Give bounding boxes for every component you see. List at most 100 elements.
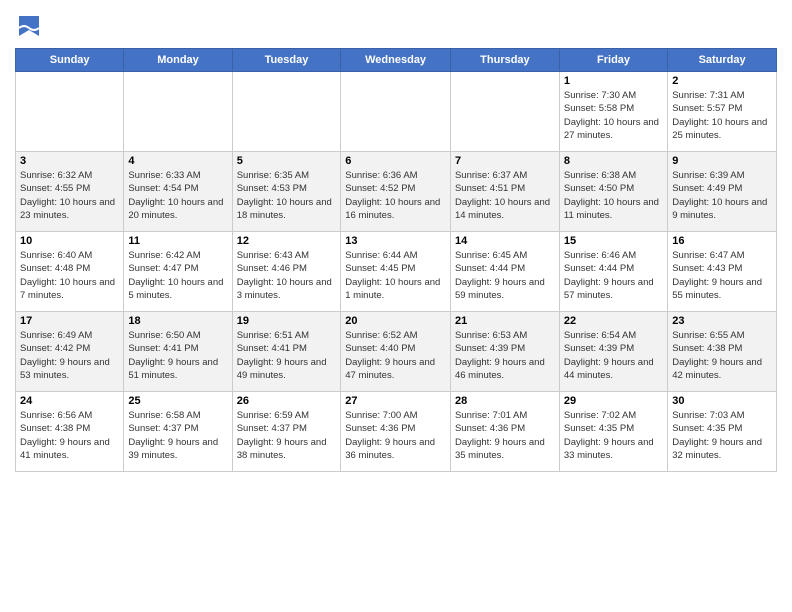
calendar-cell: 28 Sunrise: 7:01 AM Sunset: 4:36 PM Dayli… <box>450 392 559 472</box>
day-number: 3 <box>20 155 119 167</box>
day-info: Sunrise: 6:43 AM Sunset: 4:46 PM Dayligh… <box>237 249 337 302</box>
calendar-header-saturday: Saturday <box>668 49 777 72</box>
day-info: Sunrise: 6:49 AM Sunset: 4:42 PM Dayligh… <box>20 329 119 382</box>
calendar-cell <box>16 72 124 152</box>
logo-icon <box>15 14 43 42</box>
day-number: 9 <box>672 155 772 167</box>
calendar-week-1: 1 Sunrise: 7:30 AM Sunset: 5:58 PM Daylig… <box>16 72 777 152</box>
calendar-week-5: 24 Sunrise: 6:56 AM Sunset: 4:38 PM Dayli… <box>16 392 777 472</box>
day-number: 11 <box>128 235 227 247</box>
calendar-week-3: 10 Sunrise: 6:40 AM Sunset: 4:48 PM Dayli… <box>16 232 777 312</box>
day-number: 20 <box>345 315 446 327</box>
day-info: Sunrise: 6:50 AM Sunset: 4:41 PM Dayligh… <box>128 329 227 382</box>
day-number: 12 <box>237 235 337 247</box>
calendar-week-2: 3Sunrise: 6:32 AM Sunset: 4:55 PM Daylig… <box>16 152 777 232</box>
day-info: Sunrise: 6:53 AM Sunset: 4:39 PM Dayligh… <box>455 329 555 382</box>
day-number: 8 <box>564 155 663 167</box>
day-info: Sunrise: 6:46 AM Sunset: 4:44 PM Dayligh… <box>564 249 663 302</box>
day-number: 1 <box>564 75 663 87</box>
page: SundayMondayTuesdayWednesdayThursdayFrid… <box>0 0 792 612</box>
calendar-cell: 12 Sunrise: 6:43 AM Sunset: 4:46 PM Dayli… <box>232 232 341 312</box>
day-number: 13 <box>345 235 446 247</box>
day-info: Sunrise: 7:03 AM Sunset: 4:35 PM Dayligh… <box>672 409 772 462</box>
day-info: Sunrise: 7:00 AM Sunset: 4:36 PM Dayligh… <box>345 409 446 462</box>
day-info: Sunrise: 7:30 AM Sunset: 5:58 PM Dayligh… <box>564 89 663 142</box>
calendar-cell: 18 Sunrise: 6:50 AM Sunset: 4:41 PM Dayli… <box>124 312 232 392</box>
calendar-cell: 26 Sunrise: 6:59 AM Sunset: 4:37 PM Dayli… <box>232 392 341 472</box>
day-number: 5 <box>237 155 337 167</box>
calendar-cell: 2 Sunrise: 7:31 AM Sunset: 5:57 PM Daylig… <box>668 72 777 152</box>
day-number: 21 <box>455 315 555 327</box>
day-info: Sunrise: 6:44 AM Sunset: 4:45 PM Dayligh… <box>345 249 446 302</box>
day-number: 17 <box>20 315 119 327</box>
calendar-cell: 4 Sunrise: 6:33 AM Sunset: 4:54 PM Daylig… <box>124 152 232 232</box>
calendar-cell: 11 Sunrise: 6:42 AM Sunset: 4:47 PM Dayli… <box>124 232 232 312</box>
day-number: 6 <box>345 155 446 167</box>
day-info: Sunrise: 6:40 AM Sunset: 4:48 PM Dayligh… <box>20 249 119 302</box>
day-info: Sunrise: 6:42 AM Sunset: 4:47 PM Dayligh… <box>128 249 227 302</box>
day-info: Sunrise: 7:01 AM Sunset: 4:36 PM Dayligh… <box>455 409 555 462</box>
day-number: 19 <box>237 315 337 327</box>
calendar-week-4: 17 Sunrise: 6:49 AM Sunset: 4:42 PM Dayli… <box>16 312 777 392</box>
day-number: 7 <box>455 155 555 167</box>
day-info: Sunrise: 6:37 AM Sunset: 4:51 PM Dayligh… <box>455 169 555 222</box>
calendar-cell: 30 Sunrise: 7:03 AM Sunset: 4:35 PM Dayli… <box>668 392 777 472</box>
day-info: Sunrise: 7:31 AM Sunset: 5:57 PM Dayligh… <box>672 89 772 142</box>
day-info: Sunrise: 6:52 AM Sunset: 4:40 PM Dayligh… <box>345 329 446 382</box>
calendar-cell: 14 Sunrise: 6:45 AM Sunset: 4:44 PM Dayli… <box>450 232 559 312</box>
day-info: Sunrise: 6:59 AM Sunset: 4:37 PM Dayligh… <box>237 409 337 462</box>
day-info: Sunrise: 6:33 AM Sunset: 4:54 PM Dayligh… <box>128 169 227 222</box>
calendar-cell: 9 Sunrise: 6:39 AM Sunset: 4:49 PM Daylig… <box>668 152 777 232</box>
day-number: 26 <box>237 395 337 407</box>
day-number: 28 <box>455 395 555 407</box>
calendar-header-tuesday: Tuesday <box>232 49 341 72</box>
calendar-cell: 24 Sunrise: 6:56 AM Sunset: 4:38 PM Dayli… <box>16 392 124 472</box>
calendar-cell: 6 Sunrise: 6:36 AM Sunset: 4:52 PM Daylig… <box>341 152 451 232</box>
calendar-cell <box>341 72 451 152</box>
day-info: Sunrise: 6:51 AM Sunset: 4:41 PM Dayligh… <box>237 329 337 382</box>
calendar-cell: 15 Sunrise: 6:46 AM Sunset: 4:44 PM Dayli… <box>559 232 667 312</box>
day-info: Sunrise: 7:02 AM Sunset: 4:35 PM Dayligh… <box>564 409 663 462</box>
day-number: 14 <box>455 235 555 247</box>
day-number: 4 <box>128 155 227 167</box>
day-number: 15 <box>564 235 663 247</box>
day-info: Sunrise: 6:36 AM Sunset: 4:52 PM Dayligh… <box>345 169 446 222</box>
calendar-header-thursday: Thursday <box>450 49 559 72</box>
calendar-cell: 23Sunrise: 6:55 AM Sunset: 4:38 PM Dayli… <box>668 312 777 392</box>
calendar-header-row: SundayMondayTuesdayWednesdayThursdayFrid… <box>16 49 777 72</box>
calendar-header-friday: Friday <box>559 49 667 72</box>
calendar-cell: 29 Sunrise: 7:02 AM Sunset: 4:35 PM Dayli… <box>559 392 667 472</box>
calendar-cell: 27Sunrise: 7:00 AM Sunset: 4:36 PM Dayli… <box>341 392 451 472</box>
day-number: 22 <box>564 315 663 327</box>
calendar-cell: 22 Sunrise: 6:54 AM Sunset: 4:39 PM Dayli… <box>559 312 667 392</box>
calendar-header-wednesday: Wednesday <box>341 49 451 72</box>
calendar-cell: 16Sunrise: 6:47 AM Sunset: 4:43 PM Dayli… <box>668 232 777 312</box>
day-info: Sunrise: 6:54 AM Sunset: 4:39 PM Dayligh… <box>564 329 663 382</box>
day-number: 24 <box>20 395 119 407</box>
day-info: Sunrise: 6:39 AM Sunset: 4:49 PM Dayligh… <box>672 169 772 222</box>
calendar-cell: 20 Sunrise: 6:52 AM Sunset: 4:40 PM Dayli… <box>341 312 451 392</box>
calendar-cell: 17 Sunrise: 6:49 AM Sunset: 4:42 PM Dayli… <box>16 312 124 392</box>
day-number: 10 <box>20 235 119 247</box>
day-info: Sunrise: 6:38 AM Sunset: 4:50 PM Dayligh… <box>564 169 663 222</box>
calendar-cell: 13 Sunrise: 6:44 AM Sunset: 4:45 PM Dayli… <box>341 232 451 312</box>
day-number: 23 <box>672 315 772 327</box>
calendar-cell: 21 Sunrise: 6:53 AM Sunset: 4:39 PM Dayli… <box>450 312 559 392</box>
calendar-cell: 10 Sunrise: 6:40 AM Sunset: 4:48 PM Dayli… <box>16 232 124 312</box>
day-info: Sunrise: 6:47 AM Sunset: 4:43 PM Dayligh… <box>672 249 772 302</box>
day-number: 2 <box>672 75 772 87</box>
calendar-cell: 5 Sunrise: 6:35 AM Sunset: 4:53 PM Daylig… <box>232 152 341 232</box>
day-info: Sunrise: 6:35 AM Sunset: 4:53 PM Dayligh… <box>237 169 337 222</box>
day-number: 18 <box>128 315 227 327</box>
calendar-header-sunday: Sunday <box>16 49 124 72</box>
day-number: 25 <box>128 395 227 407</box>
calendar-cell: 19 Sunrise: 6:51 AM Sunset: 4:41 PM Dayli… <box>232 312 341 392</box>
day-number: 30 <box>672 395 772 407</box>
calendar-header-monday: Monday <box>124 49 232 72</box>
day-info: Sunrise: 6:56 AM Sunset: 4:38 PM Dayligh… <box>20 409 119 462</box>
day-info: Sunrise: 6:45 AM Sunset: 4:44 PM Dayligh… <box>455 249 555 302</box>
calendar-cell: 7 Sunrise: 6:37 AM Sunset: 4:51 PM Daylig… <box>450 152 559 232</box>
day-number: 29 <box>564 395 663 407</box>
calendar-cell: 25Sunrise: 6:58 AM Sunset: 4:37 PM Dayli… <box>124 392 232 472</box>
header <box>15 10 777 42</box>
